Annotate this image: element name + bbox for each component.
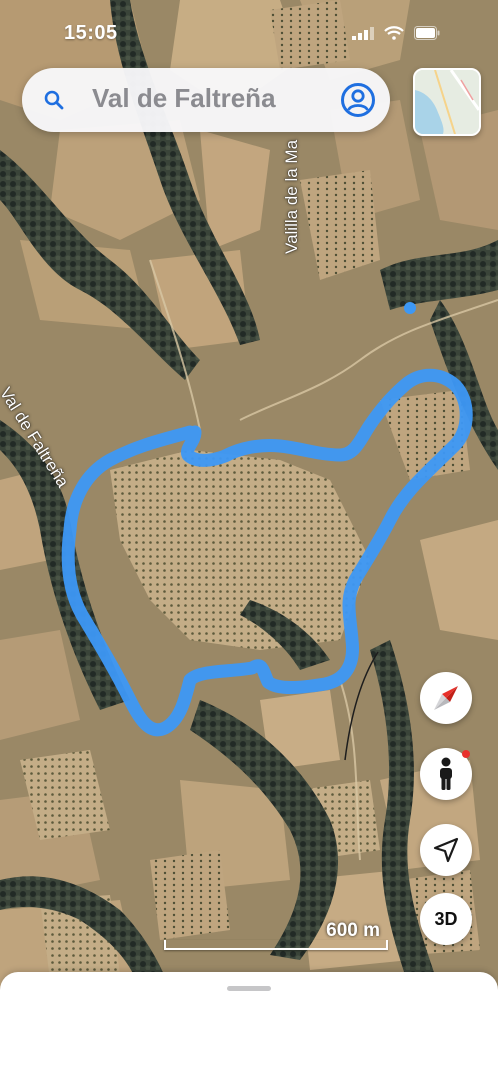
maps-screen: 15:05 Val de Faltreña Valilla de la Ma V… [0, 0, 498, 1080]
scale-bar: 600 m [164, 920, 388, 956]
search-bar[interactable]: Val de Faltreña [22, 68, 390, 132]
status-icons [352, 26, 440, 40]
status-time: 15:05 [64, 22, 118, 44]
map-layer-thumbnail[interactable] [413, 68, 481, 136]
person-icon [440, 757, 452, 790]
compass-button[interactable] [420, 672, 472, 724]
location-arrow-icon [433, 837, 459, 863]
search-input[interactable]: Val de Faltreña [92, 83, 276, 114]
search-icon [44, 90, 64, 110]
compass-icon [434, 686, 458, 710]
view-3d-button[interactable]: 3D [420, 893, 472, 945]
view-3d-label: 3D [434, 908, 458, 929]
scale-line [164, 940, 388, 950]
sheet-drag-handle[interactable] [227, 986, 271, 991]
scale-label: 600 m [326, 920, 380, 941]
bottom-sheet[interactable] [0, 972, 498, 1080]
wifi-icon [384, 26, 404, 40]
map-label-valilla: Valilla de la Ma [282, 139, 301, 254]
location-dot [404, 302, 416, 314]
battery-icon [414, 26, 440, 40]
status-bar: 15:05 [0, 0, 498, 60]
street-view-button[interactable] [420, 748, 472, 800]
signal-icon [352, 27, 374, 40]
my-location-button[interactable] [420, 824, 472, 876]
account-icon[interactable] [340, 82, 376, 118]
map-layers-icon [415, 70, 479, 134]
notification-dot [462, 750, 470, 758]
